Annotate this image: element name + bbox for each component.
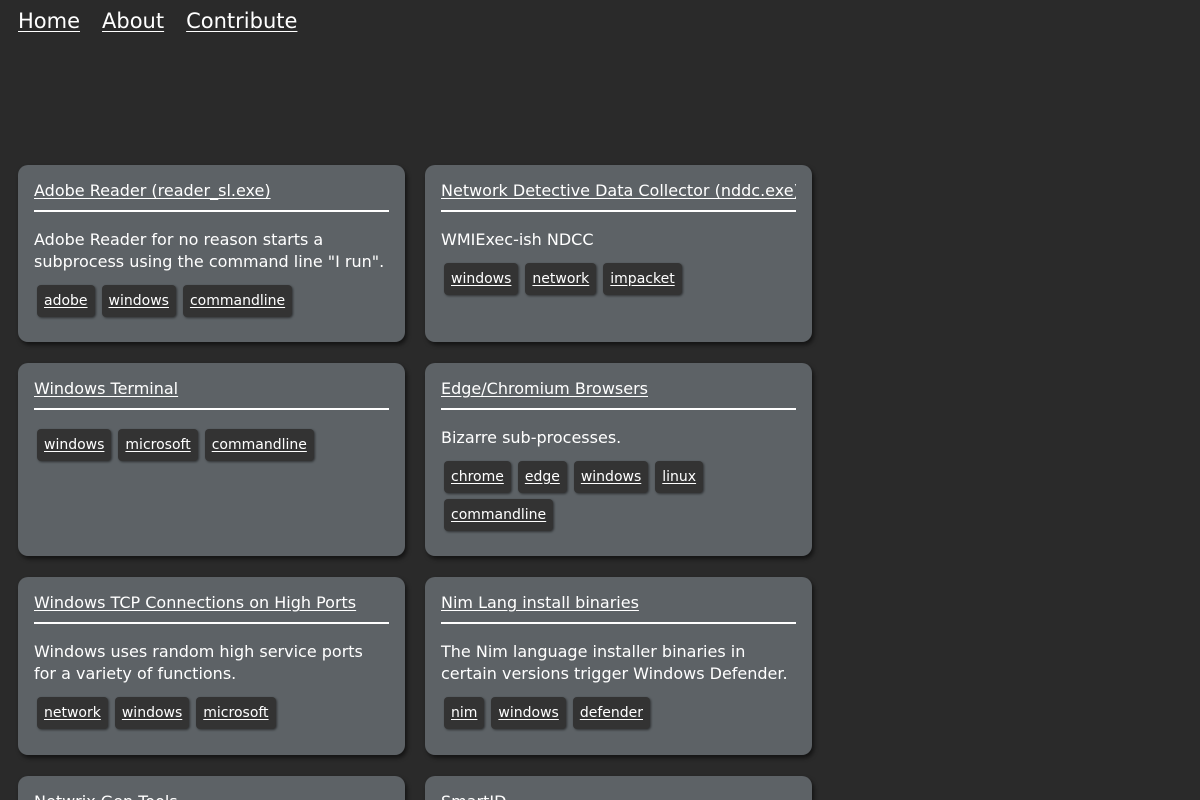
card-title-link[interactable]: Adobe Reader (reader_sl.exe) <box>34 181 389 212</box>
tag-linux[interactable]: linux <box>655 461 704 493</box>
tag-windows[interactable]: windows <box>114 697 190 729</box>
card-windows-terminal: Windows Terminal windows microsoft comma… <box>18 363 405 556</box>
card-description: Bizarre sub-processes. <box>441 428 622 447</box>
card-title-link[interactable]: Nim Lang install binaries <box>441 593 796 624</box>
tag-network[interactable]: network <box>525 263 597 295</box>
card-windows-tcp: Windows TCP Connections on High Ports Wi… <box>18 577 405 755</box>
tag-list: nim windows defender <box>441 697 796 729</box>
nav-link-contribute[interactable]: Contribute <box>186 9 297 33</box>
card-title-link[interactable]: Edge/Chromium Browsers <box>441 379 796 410</box>
card-description: The Nim language installer binaries in c… <box>441 642 788 683</box>
tag-adobe[interactable]: adobe <box>37 285 95 317</box>
card-network-detective: Network Detective Data Collector (nddc.e… <box>425 165 812 342</box>
nav-link-about[interactable]: About <box>102 9 164 33</box>
tag-windows[interactable]: windows <box>573 461 649 493</box>
card-edge-chromium: Edge/Chromium Browsers Bizarre sub-proce… <box>425 363 812 556</box>
card-title-link[interactable]: Windows Terminal <box>34 379 389 410</box>
tag-windows[interactable]: windows <box>444 263 519 295</box>
tag-windows[interactable]: windows <box>491 697 566 729</box>
tag-list: chrome edge windows linux commandline <box>441 461 704 531</box>
tag-list: adobe windows commandline <box>34 285 389 317</box>
card-title-link[interactable]: Netwrix Gen Tools <box>34 792 389 800</box>
tag-microsoft[interactable]: microsoft <box>118 429 198 461</box>
card-description: WMIExec-ish NDCC <box>441 230 594 249</box>
card-title-link[interactable]: Network Detective Data Collector (nddc.e… <box>441 181 796 212</box>
tag-list: network windows microsoft <box>34 697 389 729</box>
tag-list: windows microsoft commandline <box>34 429 389 461</box>
tag-commandline[interactable]: commandline <box>182 285 293 317</box>
card-description: Windows uses random high service ports f… <box>34 642 363 683</box>
tag-nim[interactable]: nim <box>444 697 485 729</box>
card-adobe-reader: Adobe Reader (reader_sl.exe) Adobe Reade… <box>18 165 405 342</box>
top-nav: Home About Contribute <box>18 9 297 33</box>
tag-defender[interactable]: defender <box>572 697 650 729</box>
card-smartid: SmartID <box>425 776 812 800</box>
tag-commandline[interactable]: commandline <box>444 499 554 531</box>
card-description: Adobe Reader for no reason starts a subp… <box>34 230 385 271</box>
card-title-link[interactable]: SmartID <box>441 792 796 800</box>
card-nim-lang: Nim Lang install binaries The Nim langua… <box>425 577 812 755</box>
tag-chrome[interactable]: chrome <box>444 461 511 493</box>
tag-windows[interactable]: windows <box>37 429 112 461</box>
card-title-link[interactable]: Windows TCP Connections on High Ports <box>34 593 389 624</box>
tag-microsoft[interactable]: microsoft <box>196 697 276 729</box>
tag-commandline[interactable]: commandline <box>204 429 314 461</box>
tag-network[interactable]: network <box>37 697 108 729</box>
tag-list: windows network impacket <box>441 263 796 295</box>
tag-windows[interactable]: windows <box>101 285 176 317</box>
tag-impacket[interactable]: impacket <box>603 263 682 295</box>
tag-edge[interactable]: edge <box>517 461 567 493</box>
card-netwrix-gen-tools: Netwrix Gen Tools <box>18 776 405 800</box>
nav-link-home[interactable]: Home <box>18 9 80 33</box>
